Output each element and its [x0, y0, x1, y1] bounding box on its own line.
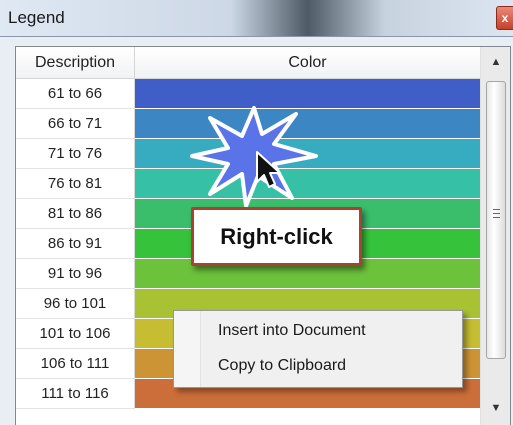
- context-menu: Insert into Document Copy to Clipboard: [173, 310, 463, 388]
- grip-icon: [493, 209, 500, 218]
- description-cell: 96 to 101: [16, 289, 135, 319]
- description-cell: 71 to 76: [16, 139, 135, 169]
- column-header-description[interactable]: Description: [16, 47, 135, 79]
- description-cell: 66 to 71: [16, 109, 135, 139]
- arrow-down-icon[interactable]: ▼: [481, 393, 510, 423]
- right-click-callout: Right-click: [191, 207, 362, 266]
- description-cell: 86 to 91: [16, 229, 135, 259]
- menu-icon-gutter: [174, 311, 201, 387]
- column-header-color[interactable]: Color: [135, 47, 480, 79]
- description-cell: 111 to 116: [16, 379, 135, 409]
- description-cell: 81 to 86: [16, 199, 135, 229]
- menu-item-copy-to-clipboard[interactable]: Copy to Clipboard: [218, 352, 346, 380]
- window-title: Legend: [8, 8, 65, 27]
- description-cell: 76 to 81: [16, 169, 135, 199]
- mouse-pointer-icon: [256, 151, 281, 188]
- arrow-up-icon[interactable]: ▲: [481, 47, 510, 77]
- description-cell: 61 to 66: [16, 79, 135, 109]
- description-cell: 101 to 106: [16, 319, 135, 349]
- description-cell: 91 to 96: [16, 259, 135, 289]
- description-cell: 106 to 111: [16, 349, 135, 379]
- close-icon: x: [501, 11, 509, 25]
- menu-item-insert-into-document[interactable]: Insert into Document: [218, 317, 366, 345]
- legend-window: Legend x Description Color 61 to 66 66 t…: [0, 0, 513, 425]
- title-bar[interactable]: Legend x: [0, 0, 513, 37]
- scroll-thumb[interactable]: [486, 81, 506, 359]
- close-button[interactable]: x: [496, 6, 513, 30]
- vertical-scrollbar[interactable]: ▲ ▼: [480, 47, 510, 425]
